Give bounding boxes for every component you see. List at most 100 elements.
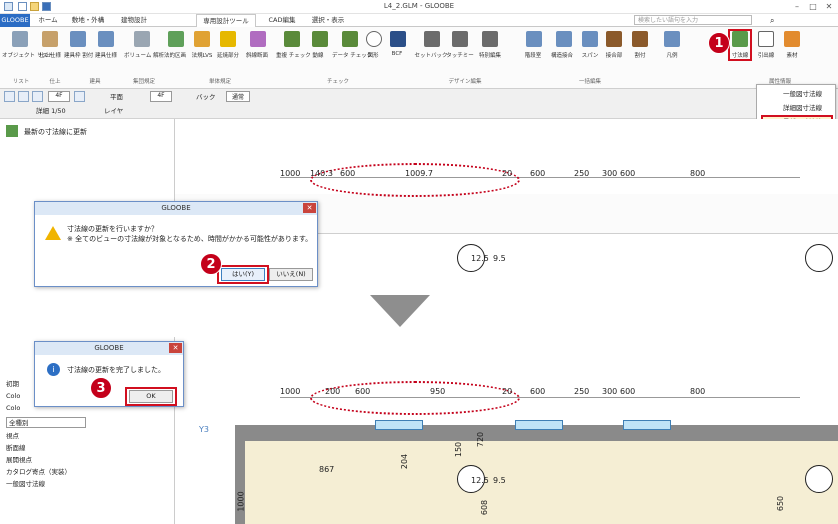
prop-row-0: 視点: [6, 432, 19, 440]
extend-label: 延焼部分: [216, 53, 239, 59]
step-badge-3: 3: [90, 377, 112, 399]
dim-bottom-0: 1000: [280, 387, 301, 396]
window-3: [623, 420, 671, 430]
group-design-edit: デザイン編集: [448, 79, 482, 85]
grid-label: Y3: [199, 425, 209, 434]
drawing-area-bottom[interactable]: 12.5 9.5 1000 867 204 720 150 608 650 Y3: [175, 337, 838, 524]
done-dialog: GLOOBE ✕ i 寸法線の更新を完了しました。 OK: [34, 341, 184, 407]
menu-item-detail[interactable]: 詳細図寸法線: [757, 101, 835, 115]
structure-label: 構造接合: [550, 53, 573, 59]
tab-select[interactable]: 選択・表示: [306, 14, 350, 27]
bcf-label: BCF: [391, 51, 403, 57]
confirm-line2: ※ 全てのビューの寸法線が対象となるため、時間がかかる可能性があります。: [67, 235, 313, 243]
dim-top-6: 250: [574, 169, 590, 178]
update-dimension-icon: [6, 125, 18, 137]
dim-bottom-4: 20: [502, 387, 513, 396]
joint-icon[interactable]: [606, 31, 622, 47]
extend-icon[interactable]: [220, 31, 236, 47]
legal-lvs-label: 法規LVS: [191, 53, 213, 59]
touchup-icon[interactable]: [452, 31, 468, 47]
detail-scale[interactable]: 詳細 1/50: [36, 105, 66, 115]
tab-cad[interactable]: CAD編集: [262, 14, 302, 27]
menu-item-general[interactable]: 一般図寸法線: [757, 87, 835, 101]
shape-icon[interactable]: [366, 31, 382, 47]
search-input[interactable]: 検索したい語句を入力: [634, 15, 752, 25]
done-close-button[interactable]: ✕: [169, 343, 182, 353]
step-badge-2: 2: [200, 253, 222, 275]
span-icon[interactable]: [582, 31, 598, 47]
room-dim-f: 867: [319, 465, 335, 474]
dim-bottom-1: 200: [325, 387, 341, 396]
back-label[interactable]: バック: [196, 91, 216, 101]
layer-icon[interactable]: [4, 91, 15, 102]
grid-icon[interactable]: [18, 91, 29, 102]
group-fitting: 建具: [89, 79, 101, 85]
maximize-icon[interactable]: □: [806, 1, 820, 12]
tab-gloobe[interactable]: GLOOBE: [0, 14, 30, 27]
down-arrow: [370, 295, 430, 327]
overlap-check-icon[interactable]: [284, 31, 300, 47]
close-icon[interactable]: ✕: [822, 1, 836, 12]
tab-building[interactable]: 建物設計: [114, 14, 154, 27]
mode-select[interactable]: 通常: [226, 91, 250, 102]
material-label: 素材: [786, 53, 798, 59]
room-dim-d: 9.5: [493, 476, 506, 485]
tab-home[interactable]: ホーム: [34, 14, 62, 27]
data-check-icon[interactable]: [342, 31, 358, 47]
dim-top-7: 300: [602, 169, 618, 178]
room-dim-c: 12.5: [471, 476, 489, 485]
room-dim-j: 608: [480, 499, 490, 516]
finish-icon[interactable]: [42, 31, 58, 47]
minimize-icon[interactable]: –: [790, 1, 804, 12]
floor-select[interactable]: 4F: [48, 91, 70, 102]
tab-site[interactable]: 敷地・外構: [66, 14, 110, 27]
volume-label: ボリューム 解析: [124, 53, 165, 59]
fitting-split-icon[interactable]: [70, 31, 86, 47]
bcf-icon[interactable]: [390, 31, 406, 47]
title-bar: L4_2.GLM - GLOOBE – □ ✕: [0, 0, 838, 14]
alloc-icon[interactable]: [632, 31, 648, 47]
ok-highlight: [125, 387, 177, 406]
special-edit-label: 特別編集: [478, 53, 501, 59]
view-plan-label[interactable]: 平面: [110, 91, 123, 101]
floor-select-2[interactable]: 4F: [150, 91, 172, 102]
prop-filter[interactable]: 全種別: [6, 417, 86, 428]
dimension-icon[interactable]: [732, 31, 748, 47]
home-icon[interactable]: [74, 91, 85, 102]
panel-title: 最新の寸法線に更新: [24, 128, 87, 136]
object-list-icon[interactable]: [12, 31, 28, 47]
fitting-spec-label: 建具仕様: [94, 53, 117, 59]
movement-icon[interactable]: [312, 31, 328, 47]
warning-icon: [45, 226, 61, 240]
group-bulk: 一括編集: [578, 79, 601, 85]
confirm-close-button[interactable]: ✕: [303, 203, 316, 213]
diagonal-icon[interactable]: [250, 31, 266, 47]
material-icon[interactable]: [784, 31, 800, 47]
group-finish: 仕上: [49, 79, 61, 85]
volume-icon[interactable]: [134, 31, 150, 47]
structure-icon[interactable]: [556, 31, 572, 47]
room-dim-a: 12.5: [471, 254, 489, 263]
legal-area-label: 法的区画: [163, 53, 186, 59]
legal-area-icon[interactable]: [168, 31, 184, 47]
special-edit-icon[interactable]: [482, 31, 498, 47]
tab-design-tools[interactable]: 専用設計ツール: [196, 14, 256, 28]
group-check: チェック: [326, 79, 349, 85]
room-dim-k: 650: [776, 495, 786, 512]
setback-icon[interactable]: [424, 31, 440, 47]
legend-label: 凡例: [666, 53, 678, 59]
legal-lvs-icon[interactable]: [194, 31, 210, 47]
room-dim-h: 720: [476, 431, 486, 448]
highlight-ellipse-bottom: [310, 381, 520, 415]
legend-icon[interactable]: [664, 31, 680, 47]
leader-label: 引出線: [757, 53, 775, 59]
fitting-spec-icon[interactable]: [98, 31, 114, 47]
floor-icon[interactable]: [32, 91, 43, 102]
fitting-split-label: 建具枠 割付: [64, 53, 94, 59]
leader-icon[interactable]: [758, 31, 774, 47]
room-dim-e: 1000: [236, 491, 246, 512]
search-icon[interactable]: ⌕: [770, 16, 774, 26]
staircase-icon[interactable]: [526, 31, 542, 47]
layer-label[interactable]: レイヤ: [104, 105, 123, 115]
no-button[interactable]: いいえ(N): [269, 268, 313, 281]
